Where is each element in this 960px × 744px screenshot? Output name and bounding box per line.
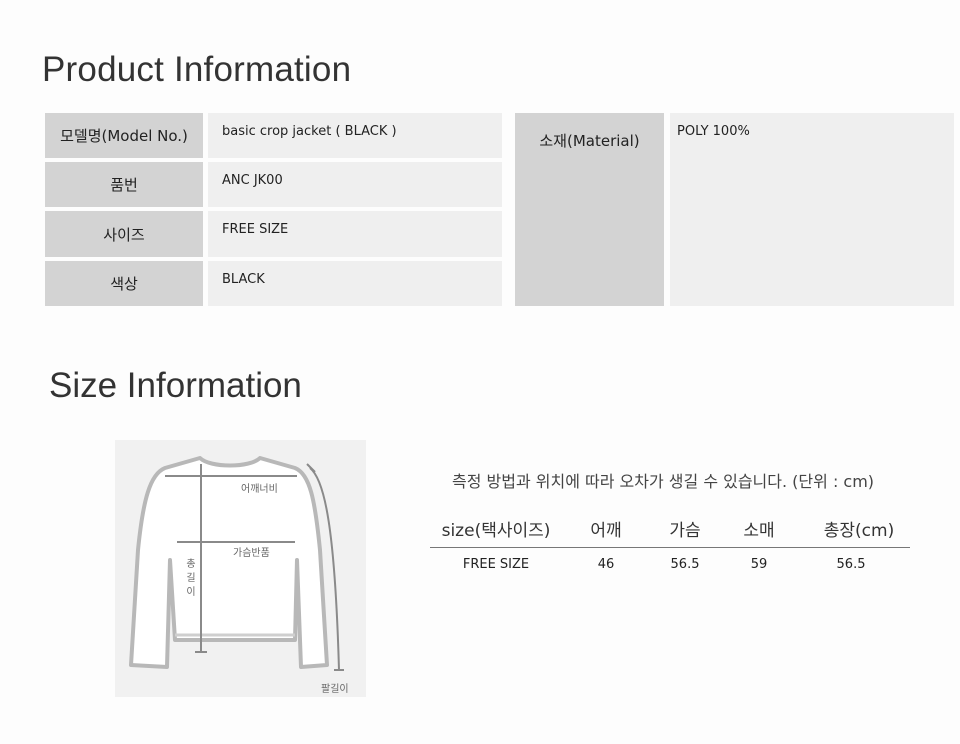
- size-information-title: Size Information: [49, 366, 302, 405]
- chest-width-label: 가슴반품: [233, 548, 270, 559]
- size-table-header: 어깨: [590, 521, 622, 541]
- size-table-cell: 56.5: [670, 557, 700, 572]
- size-table-cell: 59: [750, 557, 768, 572]
- size-table-header: 소매: [743, 521, 775, 541]
- size-table-header: size(택사이즈): [441, 521, 551, 541]
- long-sleeve-shirt-icon: [129, 456, 344, 671]
- product-information-title: Product Information: [42, 50, 352, 89]
- size-table-cell: 56.5: [836, 557, 866, 572]
- color-value: BLACK: [208, 261, 502, 306]
- garment-measurement-diagram: 어깨너비 가슴반품 총 길 이 팔길이: [115, 440, 366, 697]
- model-value: basic crop jacket ( BLACK ): [208, 113, 502, 158]
- item-number-value: ANC JK00: [208, 162, 502, 207]
- size-table-divider: [430, 547, 910, 548]
- material-label: 소재(Material): [515, 113, 664, 306]
- color-label: 색상: [45, 261, 203, 306]
- material-value: POLY 100%: [670, 113, 954, 306]
- size-label: 사이즈: [45, 211, 203, 257]
- total-length-label: 총 길 이: [186, 559, 196, 598]
- item-number-label: 품번: [45, 162, 203, 207]
- measurement-note: 측정 방법과 위치에 따라 오차가 생길 수 있습니다. (단위 : cm): [452, 472, 875, 491]
- size-table-cell: 46: [597, 557, 615, 572]
- size-table-header: 총장(cm): [823, 521, 895, 541]
- size-table-header: 가슴: [669, 521, 701, 541]
- shoulder-width-label: 어깨너비: [241, 484, 278, 495]
- size-table-cell: FREE SIZE: [462, 557, 530, 572]
- sleeve-length-label: 팔길이: [321, 684, 349, 695]
- size-value: FREE SIZE: [208, 211, 502, 257]
- model-label: 모델명(Model No.): [45, 113, 203, 158]
